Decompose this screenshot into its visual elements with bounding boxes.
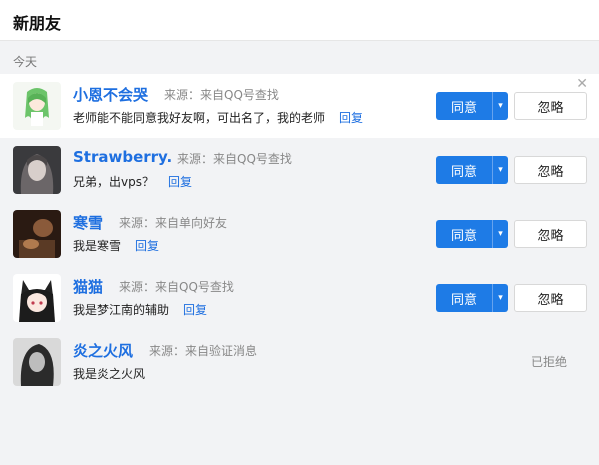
friend-request-row: 寒雪 来源：来自单向好友 我是寒雪 回复 同意 ▾ 忽略 — [0, 202, 599, 266]
message-text: 我是炎之火风 — [73, 367, 146, 381]
avatar[interactable] — [13, 82, 61, 130]
avatar[interactable] — [13, 210, 61, 258]
request-source: 来源：来自QQ号查找 — [119, 280, 234, 294]
ignore-button[interactable]: 忽略 — [514, 220, 587, 248]
request-message: 兄弟，出vps？ 回复 — [73, 173, 192, 190]
requester-name[interactable]: 寒雪 — [73, 212, 103, 233]
requester-name[interactable]: Strawberry. — [73, 148, 172, 166]
agree-label: 同意 — [450, 228, 477, 244]
request-message: 我是炎之火风 — [73, 365, 145, 382]
section-label-today: 今天 — [13, 55, 38, 69]
header-bar: 新朋友 — [0, 0, 599, 41]
message-text: 兄弟，出vps？ — [73, 175, 154, 189]
page-title: 新朋友 — [13, 14, 62, 33]
message-text: 老师能不能同意我好友啊，可出名了，我的老师 — [73, 111, 326, 125]
avatar[interactable] — [13, 338, 61, 386]
reply-link[interactable]: 回复 — [135, 239, 159, 253]
requester-name[interactable]: 小恩不会哭 — [73, 84, 148, 105]
reply-link[interactable]: 回复 — [168, 175, 192, 189]
agree-label: 同意 — [450, 164, 477, 180]
avatar[interactable] — [13, 146, 61, 194]
chevron-down-icon[interactable]: ▾ — [493, 165, 508, 175]
agree-button[interactable]: 同意 ▾ — [436, 156, 508, 184]
request-source: 来源：来自QQ号查找 — [164, 88, 279, 102]
requester-name[interactable]: 猫猫 — [73, 276, 103, 297]
avatar[interactable] — [13, 274, 61, 322]
request-message: 老师能不能同意我好友啊，可出名了，我的老师 回复 — [73, 109, 363, 126]
agree-label: 同意 — [450, 292, 477, 308]
reply-link[interactable]: 回复 — [183, 303, 207, 317]
request-message: 我是梦江南的辅助 回复 — [73, 301, 207, 318]
close-icon[interactable]: ✕ — [576, 76, 588, 92]
chevron-down-icon[interactable]: ▾ — [493, 293, 508, 303]
ignore-button[interactable]: 忽略 — [514, 156, 587, 184]
chevron-down-icon[interactable]: ▾ — [493, 101, 508, 111]
requester-name[interactable]: 炎之火风 — [73, 340, 133, 361]
ignore-button[interactable]: 忽略 — [514, 92, 587, 120]
ignore-button[interactable]: 忽略 — [514, 284, 587, 312]
agree-label: 同意 — [450, 100, 477, 116]
status-badge: 已拒绝 — [531, 355, 568, 369]
friend-request-row: Strawberry. 来源：来自QQ号查找 兄弟，出vps？ 回复 同意 ▾ 忽… — [0, 138, 599, 202]
friend-request-row: ✕ 小恩不会哭 来源：来自QQ号查找 老师能不能同意我好友啊，可出名了，我的老师… — [0, 74, 599, 138]
agree-button[interactable]: 同意 ▾ — [436, 220, 508, 248]
agree-button[interactable]: 同意 ▾ — [436, 284, 508, 312]
agree-button[interactable]: 同意 ▾ — [436, 92, 508, 120]
request-message: 我是寒雪 回复 — [73, 237, 159, 254]
request-source: 来源：来自验证消息 — [149, 344, 258, 358]
message-text: 我是寒雪 — [73, 239, 122, 253]
chevron-down-icon[interactable]: ▾ — [493, 229, 508, 239]
reply-link[interactable]: 回复 — [339, 111, 363, 125]
friend-request-row: 猫猫 来源：来自QQ号查找 我是梦江南的辅助 回复 同意 ▾ 忽略 — [0, 266, 599, 330]
message-text: 我是梦江南的辅助 — [73, 303, 170, 317]
friend-request-row: 炎之火风 来源：来自验证消息 我是炎之火风 已拒绝 — [0, 330, 599, 394]
request-source: 来源：来自单向好友 — [119, 216, 228, 230]
request-source: 来源：来自QQ号查找 — [177, 152, 292, 166]
